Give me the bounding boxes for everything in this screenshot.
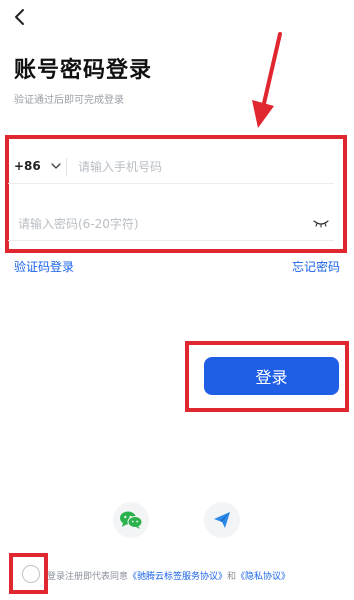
page-subtitle: 验证通过后即可完成登录 xyxy=(14,95,124,106)
page-title: 账号密码登录 xyxy=(14,58,153,83)
paper-plane-icon xyxy=(214,512,230,528)
sms-login-link[interactable]: 验证码登录 xyxy=(14,258,74,275)
agreement-and: 和 xyxy=(227,572,237,582)
password-row xyxy=(8,207,334,241)
agreement-text: 登录注册即代表同意《驰腾云标签服务协议》和《隐私协议》 xyxy=(47,569,290,582)
login-button[interactable]: 登录 xyxy=(204,357,339,395)
annotation-arrow-icon xyxy=(252,32,282,128)
privacy-agreement-link[interactable]: 《隐私协议》 xyxy=(236,572,290,582)
chevron-down-icon[interactable] xyxy=(50,160,62,172)
phone-input[interactable] xyxy=(78,156,318,178)
eye-closed-icon[interactable] xyxy=(313,218,329,228)
wechat-login-button[interactable] xyxy=(113,502,149,538)
phone-row: +86 xyxy=(8,150,334,184)
divider xyxy=(66,158,67,176)
password-input[interactable] xyxy=(18,213,288,235)
wechat-icon xyxy=(120,511,143,529)
agreement-prefix: 登录注册即代表同意 xyxy=(47,572,129,582)
back-chevron-icon[interactable] xyxy=(10,6,32,28)
country-code-selector[interactable]: +86 xyxy=(14,159,41,173)
service-agreement-link[interactable]: 《驰腾云标签服务协议》 xyxy=(128,572,227,582)
telegram-login-button[interactable] xyxy=(204,502,240,538)
forgot-password-link[interactable]: 忘记密码 xyxy=(292,258,340,275)
agreement-checkbox[interactable] xyxy=(22,565,40,583)
